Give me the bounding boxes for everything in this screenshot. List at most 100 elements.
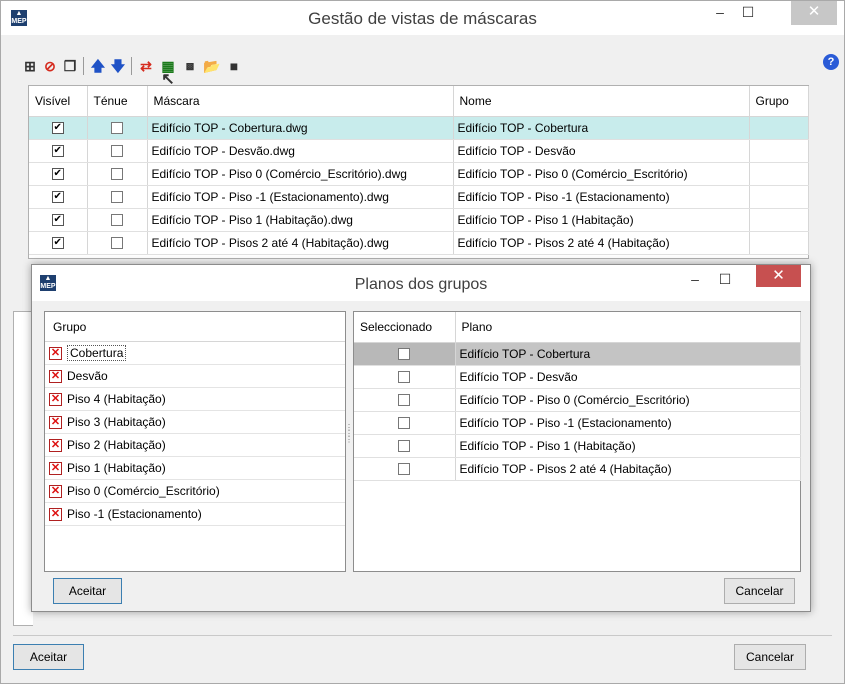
table-row[interactable]: Edifício TOP - Piso 1 (Habitação) bbox=[354, 434, 801, 458]
tenue-checkbox[interactable] bbox=[111, 214, 123, 227]
move-down-icon[interactable]: 🡇 bbox=[109, 57, 127, 75]
remove-x-icon[interactable]: ✕ bbox=[49, 370, 62, 384]
move-up-icon[interactable]: 🡅 bbox=[89, 57, 107, 75]
plan-name-cell: Edifício TOP - Desvão bbox=[455, 365, 801, 389]
remove-x-icon[interactable]: ✕ bbox=[49, 508, 62, 522]
delete-icon[interactable]: ⊘ bbox=[41, 57, 59, 75]
tenue-checkbox[interactable] bbox=[111, 122, 123, 135]
list-item[interactable]: ✕ Piso 3 (Habitação) bbox=[45, 411, 345, 434]
dxf-dwg-icon[interactable]: ▩ bbox=[181, 57, 199, 75]
selected-checkbox[interactable] bbox=[398, 440, 411, 453]
table-row[interactable]: Edifício TOP - Pisos 2 até 4 (Habitação) bbox=[354, 457, 801, 481]
toggle-icon[interactable]: ⇄ bbox=[137, 57, 155, 75]
visible-checkbox[interactable]: ✔ bbox=[51, 145, 64, 158]
remove-x-icon[interactable]: ✕ bbox=[49, 393, 62, 407]
table-row[interactable]: ✔ Edifício TOP - Desvão.dwg Edifício TOP… bbox=[29, 139, 809, 163]
col-plano[interactable]: Plano bbox=[455, 312, 801, 343]
add-icon[interactable]: ⊞ bbox=[21, 57, 39, 75]
list-item[interactable]: ✕ Piso 4 (Habitação) bbox=[45, 388, 345, 411]
plan-name-cell: Edifício TOP - Pisos 2 até 4 (Habitação) bbox=[455, 457, 801, 481]
table-row[interactable]: ✔ Edifício TOP - Piso -1 (Estacionamento… bbox=[29, 185, 809, 209]
background-panel bbox=[13, 311, 33, 626]
tenue-checkbox[interactable] bbox=[111, 168, 123, 181]
visible-checkbox[interactable]: ✔ bbox=[51, 168, 64, 181]
plan-name-cell: Edifício TOP - Piso -1 (Estacionamento) bbox=[455, 411, 801, 435]
list-item[interactable]: ✕ Piso 0 (Comércio_Escritório) bbox=[45, 480, 345, 503]
dialog-accept-button[interactable]: Aceitar bbox=[53, 578, 122, 604]
list-item[interactable]: ✕ Cobertura bbox=[45, 342, 345, 365]
mask-name-cell[interactable]: Edifício TOP - Pisos 2 até 4 (Habitação) bbox=[453, 231, 750, 255]
col-mascara[interactable]: Máscara bbox=[147, 86, 454, 117]
visible-checkbox[interactable]: ✔ bbox=[51, 191, 64, 204]
list-item[interactable]: ✕ Piso 2 (Habitação) bbox=[45, 434, 345, 457]
table-row[interactable]: Edifício TOP - Desvão bbox=[354, 365, 801, 389]
mask-name-cell[interactable]: Edifício TOP - Piso 0 (Comércio_Escritór… bbox=[453, 162, 750, 186]
copy-icon[interactable]: ❐ bbox=[61, 57, 79, 75]
cancel-button[interactable]: Cancelar bbox=[734, 644, 806, 670]
remove-x-icon[interactable]: ✕ bbox=[49, 439, 62, 453]
plan-name-cell: Edifício TOP - Piso 1 (Habitação) bbox=[455, 434, 801, 458]
col-grupo[interactable]: Grupo bbox=[749, 86, 809, 117]
dialog-minimize-button[interactable]: – bbox=[682, 268, 708, 292]
tenue-checkbox[interactable] bbox=[111, 145, 123, 158]
col-visivel[interactable]: Visível bbox=[29, 86, 88, 117]
mask-name-cell[interactable]: Edifício TOP - Desvão bbox=[453, 139, 750, 163]
list-item[interactable]: ✕ Desvão bbox=[45, 365, 345, 388]
table-row[interactable]: ✔ Edifício TOP - Piso 0 (Comércio_Escrit… bbox=[29, 162, 809, 186]
open-folder-icon[interactable]: 📂 bbox=[203, 57, 221, 75]
dialog-maximize-button[interactable]: ☐ bbox=[712, 268, 738, 292]
selected-checkbox[interactable] bbox=[398, 463, 411, 476]
mask-group-cell[interactable] bbox=[749, 116, 809, 140]
group-label: Piso -1 (Estacionamento) bbox=[67, 507, 202, 521]
plan-name-cell: Edifício TOP - Piso 0 (Comércio_Escritór… bbox=[455, 388, 801, 412]
list-item[interactable]: ✕ Piso 1 (Habitação) bbox=[45, 457, 345, 480]
dialog-cancel-button[interactable]: Cancelar bbox=[724, 578, 795, 604]
help-icon[interactable]: ? bbox=[823, 54, 839, 70]
close-button[interactable]: ✕ bbox=[791, 1, 837, 25]
selected-checkbox[interactable] bbox=[398, 394, 411, 407]
save-icon[interactable]: ■ bbox=[225, 57, 243, 75]
table-header-row: Visível Ténue Máscara Nome Grupo bbox=[29, 86, 809, 117]
plans-table: Seleccionado Plano Edifício TOP - Cobert… bbox=[353, 311, 801, 572]
dialog-close-button[interactable]: ✕ bbox=[756, 265, 801, 287]
mask-name-cell[interactable]: Edifício TOP - Piso 1 (Habitação) bbox=[453, 208, 750, 232]
selected-checkbox[interactable] bbox=[398, 348, 411, 361]
selected-checkbox[interactable] bbox=[398, 417, 411, 430]
mask-name-cell[interactable]: Edifício TOP - Piso -1 (Estacionamento) bbox=[453, 185, 750, 209]
col-tenue[interactable]: Ténue bbox=[87, 86, 148, 117]
tenue-checkbox[interactable] bbox=[111, 191, 123, 204]
visible-checkbox[interactable]: ✔ bbox=[51, 122, 64, 135]
selected-checkbox[interactable] bbox=[398, 371, 411, 384]
group-label: Piso 2 (Habitação) bbox=[67, 438, 166, 452]
col-nome[interactable]: Nome bbox=[453, 86, 750, 117]
mask-group-cell[interactable] bbox=[749, 231, 809, 255]
remove-x-icon[interactable]: ✕ bbox=[49, 416, 62, 430]
mask-file-cell: Edifício TOP - Pisos 2 até 4 (Habitação)… bbox=[147, 231, 454, 255]
minimize-button[interactable]: – bbox=[707, 1, 733, 25]
table-row[interactable]: ✔ Edifício TOP - Piso 1 (Habitação).dwg … bbox=[29, 208, 809, 232]
mask-group-cell[interactable] bbox=[749, 208, 809, 232]
splitter-handle[interactable]: ⋮ ⋮ ⋮ bbox=[345, 424, 353, 449]
group-label: Piso 1 (Habitação) bbox=[67, 461, 166, 475]
remove-x-icon[interactable]: ✕ bbox=[49, 485, 62, 499]
mask-file-cell: Edifício TOP - Piso 0 (Comércio_Escritór… bbox=[147, 162, 454, 186]
mask-group-cell[interactable] bbox=[749, 185, 809, 209]
mask-group-cell[interactable] bbox=[749, 139, 809, 163]
list-item[interactable]: ✕ Piso -1 (Estacionamento) bbox=[45, 503, 345, 526]
mask-group-cell[interactable] bbox=[749, 162, 809, 186]
col-seleccionado[interactable]: Seleccionado bbox=[354, 312, 456, 343]
table-row[interactable]: ✔ Edifício TOP - Pisos 2 até 4 (Habitaçã… bbox=[29, 231, 809, 255]
groups-header[interactable]: Grupo bbox=[45, 312, 345, 342]
visible-checkbox[interactable]: ✔ bbox=[51, 214, 64, 227]
remove-x-icon[interactable]: ✕ bbox=[49, 347, 62, 361]
table-row[interactable]: ✔ Edifício TOP - Cobertura.dwg Edifício … bbox=[29, 116, 809, 140]
table-row[interactable]: Edifício TOP - Piso 0 (Comércio_Escritór… bbox=[354, 388, 801, 412]
remove-x-icon[interactable]: ✕ bbox=[49, 462, 62, 476]
table-row[interactable]: Edifício TOP - Piso -1 (Estacionamento) bbox=[354, 411, 801, 435]
mask-name-cell[interactable]: Edifício TOP - Cobertura bbox=[453, 116, 750, 140]
tenue-checkbox[interactable] bbox=[111, 237, 123, 250]
maximize-button[interactable]: ☐ bbox=[735, 1, 761, 25]
table-row[interactable]: Edifício TOP - Cobertura bbox=[354, 342, 801, 366]
accept-button[interactable]: Aceitar bbox=[13, 644, 84, 670]
visible-checkbox[interactable]: ✔ bbox=[51, 237, 64, 250]
